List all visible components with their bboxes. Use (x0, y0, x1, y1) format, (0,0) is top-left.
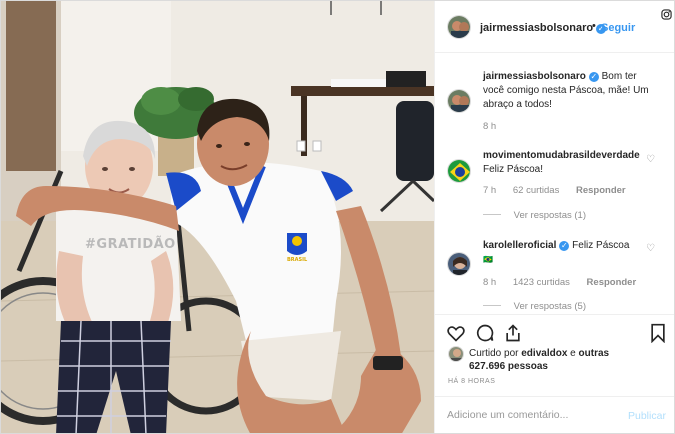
post-header: jairmessiasbolsonaro ✓ • Seguir (435, 1, 674, 53)
post-side-panel: jairmessiasbolsonaro ✓ • Seguir jairmessi… (434, 1, 674, 433)
comment-2-username[interactable]: karolelleroficial (483, 240, 556, 251)
comment-2-view-replies[interactable]: Ver respostas (5) (483, 301, 586, 312)
comment-1-meta: 7 h 62 curtidas Responder (483, 185, 640, 196)
caption-time: 8 h (483, 121, 510, 132)
comment-icon[interactable] (475, 323, 495, 348)
post-timestamp[interactable]: HÁ 8 HORAS (448, 378, 495, 385)
comment-2-time: 8 h (483, 277, 497, 288)
author-username[interactable]: jairmessiasbolsonaro ✓ (480, 22, 607, 34)
caption-author-avatar[interactable] (447, 89, 471, 113)
share-icon[interactable] (503, 323, 523, 348)
comment-2: karolelleroficial ✓ Feliz Páscoa 🇧🇷 (483, 239, 653, 267)
comment-1-likes[interactable]: 62 curtidas (513, 185, 559, 196)
author-avatar[interactable] (447, 15, 471, 39)
bookmark-icon[interactable] (649, 323, 667, 348)
heart-icon[interactable] (446, 323, 466, 348)
instagram-icon[interactable] (661, 7, 672, 25)
liker-username[interactable]: edivaldox (521, 348, 567, 359)
likes-connector: e (570, 348, 576, 359)
likes-summary: Curtido por edivaldox e outras 627.696 p… (469, 347, 619, 373)
comment-2-reply-button[interactable]: Responder (587, 277, 637, 288)
comment-1-username[interactable]: movimentomudabrasildeverdade (483, 150, 640, 161)
comment-1-reply-button[interactable]: Responder (576, 185, 626, 196)
add-comment-bar: Publicar (435, 396, 674, 433)
comment-1: movimentomudabrasildeverdade Feliz Pásco… (483, 149, 653, 177)
comment-1-view-replies[interactable]: Ver respostas (1) (483, 210, 586, 221)
comment-input[interactable] (447, 409, 612, 421)
caption-avatar-image (448, 90, 470, 112)
caption-username[interactable]: jairmessiasbolsonaro (483, 71, 586, 82)
verified-icon: ✓ (559, 241, 570, 251)
comment-avatar[interactable] (447, 159, 471, 183)
karol-avatar-image (448, 253, 470, 275)
liker-avatar[interactable] (448, 346, 464, 362)
post-photo[interactable]: #GRATIDÃO BRASIL (1, 1, 434, 433)
comment-2-likes[interactable]: 1423 curtidas (513, 277, 570, 288)
comment-2-text: Feliz Páscoa (572, 240, 630, 251)
publish-button[interactable]: Publicar (628, 410, 666, 422)
comment-avatar[interactable] (447, 252, 471, 276)
author-avatar-image (448, 16, 470, 38)
author-username-text[interactable]: jairmessiasbolsonaro (480, 22, 593, 34)
comment-2-meta: 8 h 1423 curtidas Responder (483, 277, 650, 288)
comment-2-flag-emoji: 🇧🇷 (483, 255, 493, 264)
photo-illustration (1, 1, 434, 433)
caption-time-text: 8 h (483, 121, 497, 132)
comment-1-text: Feliz Páscoa! (483, 164, 544, 175)
separator-dot: • (592, 20, 596, 32)
comment-1-view-replies-text[interactable]: Ver respostas (1) (514, 210, 586, 221)
caption: jairmessiasbolsonaro ✓ Bom ter você comig… (483, 70, 653, 112)
comment-1-time: 7 h (483, 185, 497, 196)
comment-2-view-replies-text[interactable]: Ver respostas (5) (514, 301, 586, 312)
likes-prefix: Curtido por (469, 348, 519, 359)
instagram-post-window: #GRATIDÃO BRASIL jairmessiasbolsonaro ✓ •… (0, 0, 675, 434)
verified-icon: ✓ (588, 72, 599, 82)
comment-2-like-icon[interactable]: ♡ (646, 243, 655, 254)
comment-1-like-icon[interactable]: ♡ (646, 154, 655, 165)
brazil-flag-avatar-image (448, 160, 470, 182)
follow-button[interactable]: Seguir (601, 22, 635, 34)
liker-avatar-image (449, 347, 463, 361)
